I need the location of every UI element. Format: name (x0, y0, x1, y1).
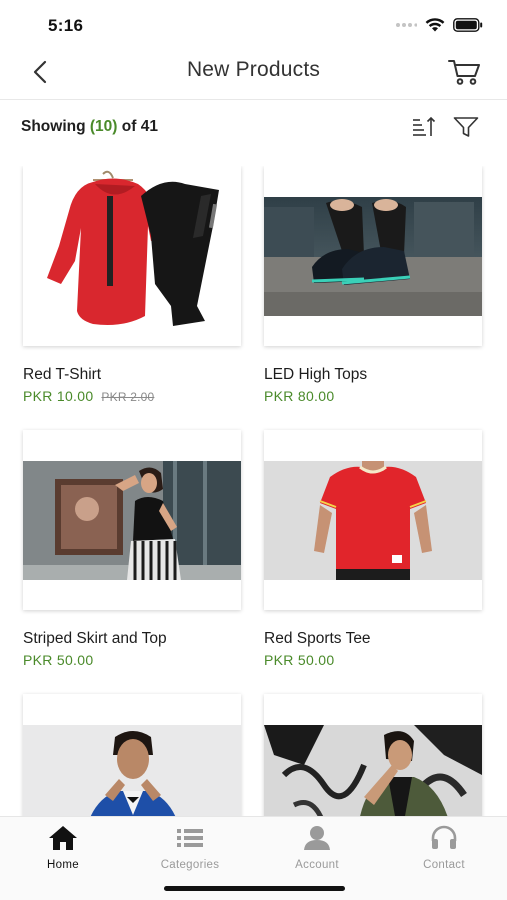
tab-home[interactable]: Home (0, 817, 126, 877)
product-card[interactable]: Red T-Shirt PKR 10.00 PKR 2.00 (23, 166, 241, 404)
status-time: 5:16 (48, 16, 84, 35)
results-count: Showing (10) of 41 (21, 118, 158, 136)
product-old-price: PKR 2.00 (101, 390, 155, 404)
product-image-frame (264, 430, 482, 610)
price-row: PKR 50.00 (23, 652, 93, 668)
navigation-bar: New Products (0, 44, 507, 100)
product-image-frame (264, 166, 482, 346)
product-image (23, 166, 241, 346)
filter-button[interactable] (451, 114, 481, 140)
product-image (264, 461, 482, 580)
product-name: LED High Tops (264, 366, 368, 383)
price-row: PKR 10.00 PKR 2.00 (23, 388, 154, 404)
product-image (264, 197, 482, 316)
showing-count: (10) (89, 118, 118, 135)
headphones-icon (430, 825, 458, 851)
product-image (23, 725, 241, 816)
product-price: PKR 80.00 (264, 388, 335, 404)
person-icon (303, 825, 331, 851)
product-name: Red T-Shirt (23, 366, 102, 383)
product-card[interactable]: Striped Skirt and Top PKR 50.00 (23, 430, 241, 668)
status-icons (395, 18, 483, 32)
status-bar: 5:16 (0, 0, 507, 44)
cart-icon (448, 60, 480, 85)
home-indicator (164, 886, 345, 891)
tab-categories[interactable]: Categories (127, 817, 253, 877)
list-icon (176, 825, 204, 851)
home-icon (48, 825, 78, 851)
cart-button[interactable] (445, 54, 485, 90)
tab-contact[interactable]: Contact (381, 817, 507, 877)
filter-icon (453, 117, 479, 137)
price-row: PKR 80.00 (264, 388, 334, 404)
product-card[interactable]: Red Sports Tee PKR 50.00 (264, 430, 482, 668)
results-toolbar: Showing (10) of 41 (0, 108, 507, 144)
battery-icon (453, 18, 483, 32)
tab-label: Home (47, 859, 79, 871)
product-price: PKR 50.00 (264, 652, 335, 668)
tab-account[interactable]: Account (254, 817, 380, 877)
sort-button[interactable] (409, 114, 439, 140)
product-image-frame (23, 430, 241, 610)
product-image-frame (264, 694, 482, 816)
product-image-frame (23, 166, 241, 346)
page-title: New Products (186, 58, 321, 81)
product-image (264, 725, 482, 816)
wifi-icon (425, 18, 445, 32)
tab-label: Categories (160, 859, 220, 871)
product-price: PKR 50.00 (23, 652, 94, 668)
tab-label: Account (295, 859, 339, 871)
product-card[interactable] (23, 694, 241, 816)
product-card[interactable] (264, 694, 482, 816)
showing-prefix: Showing (21, 118, 86, 135)
product-image (23, 461, 241, 580)
product-image-frame (23, 694, 241, 816)
price-row: PKR 50.00 (264, 652, 334, 668)
tab-label: Contact (423, 859, 465, 871)
showing-suffix: of 41 (121, 118, 158, 135)
product-grid: Red T-Shirt PKR 10.00 PKR 2.00 LED High … (0, 166, 507, 816)
cellular-dots-icon (396, 23, 417, 27)
sort-icon (413, 116, 436, 136)
product-name: Red Sports Tee (264, 630, 371, 647)
product-name: Striped Skirt and Top (23, 630, 167, 647)
product-card[interactable]: LED High Tops PKR 80.00 (264, 166, 482, 404)
product-price: PKR 10.00 (23, 388, 94, 404)
